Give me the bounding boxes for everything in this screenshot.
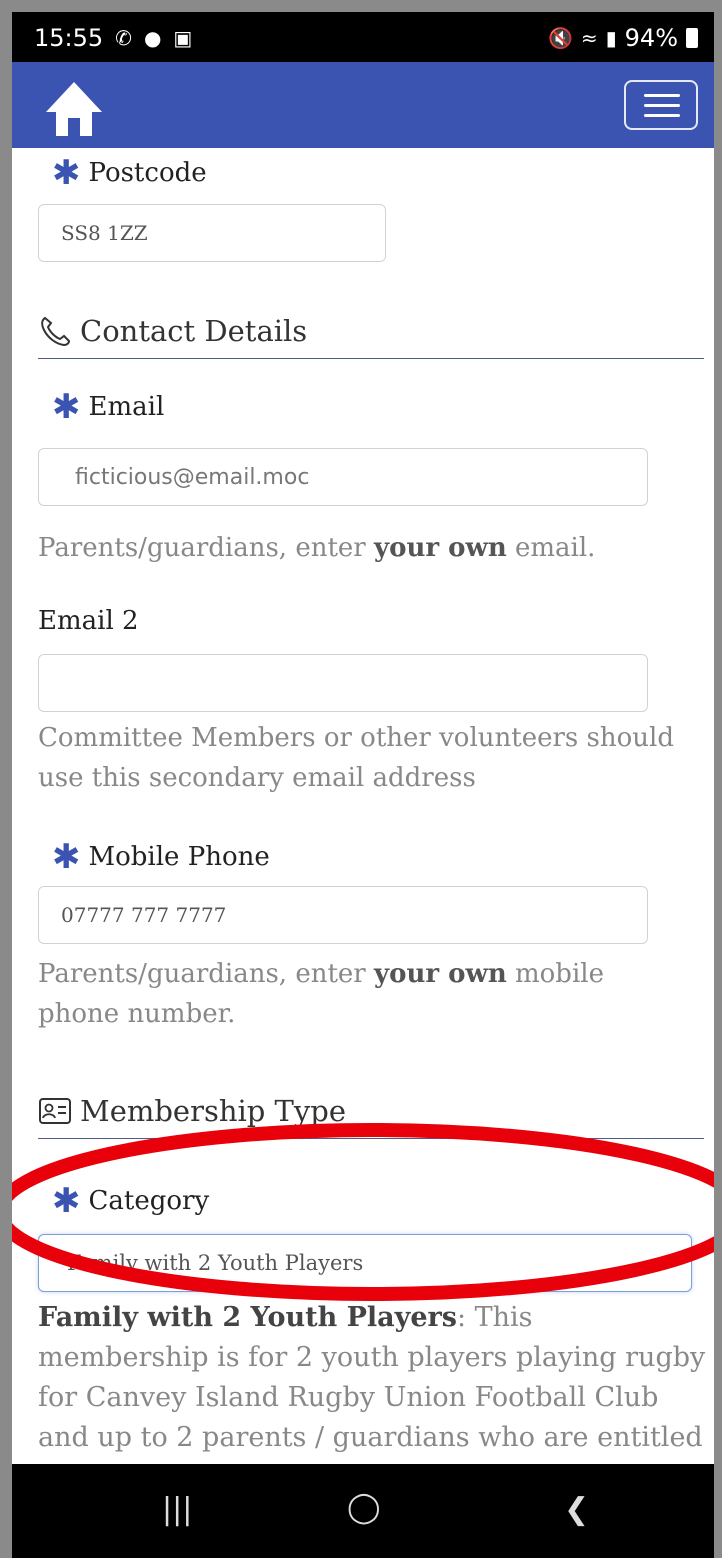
chevron-down-icon: [666, 1256, 678, 1265]
postcode-label: ✱ Postcode: [52, 153, 207, 193]
postcode-input[interactable]: SS8 1ZZ: [38, 204, 386, 262]
signal-icon: ▮: [605, 26, 617, 50]
whatsapp-icon: ✆: [115, 26, 132, 50]
required-icon: ✱: [52, 837, 81, 877]
contact-details-heading: Contact Details: [38, 314, 704, 359]
email-input[interactable]: ficticious@email.moc: [38, 448, 648, 506]
status-time: 15:55: [34, 24, 104, 52]
mobile-phone-help: Parents/guardians, enter your own mobile…: [38, 959, 604, 1029]
phone-icon: [41, 316, 71, 347]
email-label: ✱ Email: [52, 387, 165, 427]
hamburger-menu-button[interactable]: [624, 80, 698, 130]
membership-type-heading: Membership Type: [38, 1094, 704, 1139]
gallery-icon: ▣: [173, 26, 193, 50]
menu-bar-icon: [644, 114, 680, 117]
top-navbar: [12, 62, 714, 148]
mute-icon: 🔇: [547, 26, 573, 50]
required-icon: ✱: [52, 387, 81, 427]
back-icon[interactable]: ❮: [564, 1492, 589, 1527]
notification-icon: ●: [143, 26, 162, 50]
menu-bar-icon: [644, 94, 680, 97]
category-label: ✱ Category: [52, 1181, 210, 1221]
email2-label: Email 2: [38, 606, 139, 636]
home-button-icon[interactable]: ◯: [347, 1490, 381, 1525]
battery-icon: [686, 28, 698, 48]
mobile-phone-input[interactable]: 07777 777 7777: [38, 886, 648, 944]
status-bar: 15:55 ✆ ● ▣ 🔇 ≈ ▮ 94%: [12, 12, 714, 62]
required-icon: ✱: [52, 1181, 81, 1221]
home-icon[interactable]: [42, 78, 106, 140]
email-placeholder: ficticious@email.moc: [75, 464, 310, 490]
email2-help: Committee Members or other volunteers sh…: [38, 723, 674, 793]
id-card-icon: [39, 1098, 71, 1124]
phone-screen: 15:55 ✆ ● ▣ 🔇 ≈ ▮ 94% ✱ Postcode SS8 1ZZ: [12, 12, 714, 1558]
android-navigation-bar: ||| ◯ ❮: [12, 1464, 714, 1558]
category-select[interactable]: Family with 2 Youth Players: [38, 1234, 692, 1292]
recent-apps-icon[interactable]: |||: [162, 1492, 192, 1527]
category-selected-value: Family with 2 Youth Players: [67, 1251, 364, 1275]
menu-bar-icon: [644, 104, 680, 107]
battery-percent: 94%: [624, 24, 678, 52]
required-icon: ✱: [52, 153, 81, 193]
wifi-icon: ≈: [580, 26, 598, 50]
email-help: Parents/guardians, enter your own email.: [38, 533, 596, 563]
mobile-phone-label: ✱ Mobile Phone: [52, 837, 270, 877]
email2-input[interactable]: [38, 654, 648, 712]
